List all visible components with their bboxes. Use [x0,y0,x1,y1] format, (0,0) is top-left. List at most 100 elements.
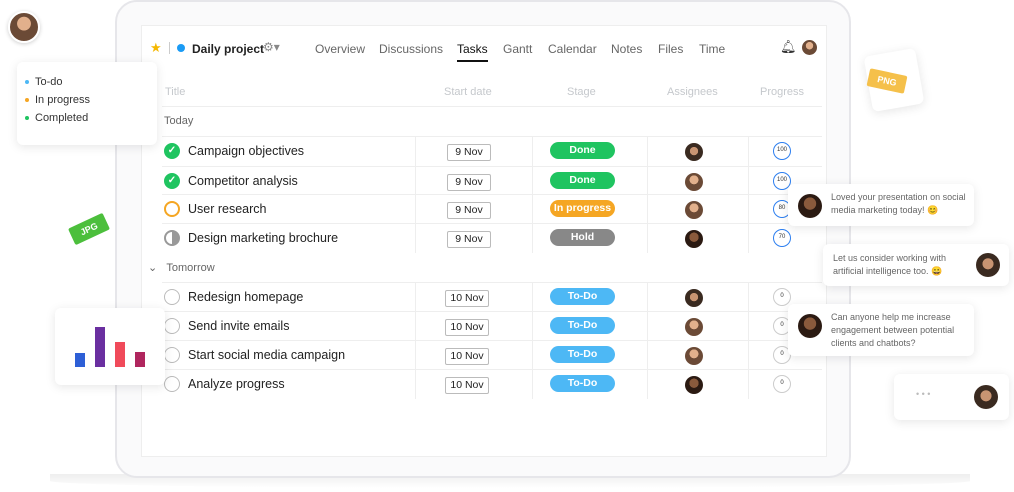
project-title[interactable]: Daily project [192,42,264,56]
divider [748,312,749,341]
table-row[interactable]: Analyze progress 10 Nov To-Do 0 [162,369,822,399]
start-date[interactable]: 9 Nov [447,144,491,161]
assignee-avatar[interactable] [685,347,703,365]
stage-badge[interactable]: To-Do [550,346,615,363]
divider [647,341,648,370]
divider [532,224,533,253]
table-row[interactable]: User research 9 Nov In progress 80 [162,194,822,224]
divider [532,167,533,196]
chat-text: Let us consider working with artificial … [833,253,947,276]
divider [415,195,416,224]
table-row[interactable]: ✓ Competitor analysis 9 Nov Done 100 [162,166,822,196]
tab-calendar[interactable]: Calendar [548,42,597,56]
group-header[interactable]: ⌄ Tomorrow [148,261,215,274]
assignee-avatar[interactable] [685,230,703,248]
table-row[interactable]: Design marketing brochure 9 Nov Hold 70 [162,223,822,253]
chart-bar [95,327,105,367]
column-progress: Progress [760,86,805,98]
start-date[interactable]: 9 Nov [447,174,491,191]
assignee-avatar[interactable] [685,376,703,394]
assignee-avatar[interactable] [685,318,703,336]
legend-item-todo: To-do [25,76,157,88]
chart-bar [115,342,125,367]
tab-tasks[interactable]: Tasks [457,42,488,62]
legend-card: To-do In progress Completed [17,62,157,145]
assignee-avatar[interactable] [685,289,703,307]
task-checkbox[interactable] [164,376,180,392]
task-checkbox[interactable] [164,230,180,246]
typing-indicator: • • • [894,374,1009,420]
stage-badge[interactable]: Done [550,142,615,159]
chat-avatar [974,385,998,409]
tab-notes[interactable]: Notes [611,42,642,56]
task-title[interactable]: Redesign homepage [188,290,303,304]
task-checkbox[interactable] [164,318,180,334]
start-date[interactable]: 10 Nov [445,348,489,365]
task-title[interactable]: User research [188,202,267,216]
divider [532,370,533,399]
table-row[interactable]: Redesign homepage 10 Nov To-Do 0 [162,282,822,312]
chat-avatar [798,194,822,218]
task-checkbox[interactable]: ✓ [164,143,180,159]
divider [532,195,533,224]
chat-text: Loved your presentation on social media … [831,192,966,215]
divider [647,195,648,224]
divider [532,283,533,312]
table-row[interactable]: ✓ Campaign objectives 9 Nov Done 100 [162,136,822,166]
table-row[interactable]: Send invite emails 10 Nov To-Do 0 [162,311,822,341]
group-header[interactable]: Today [164,115,193,127]
tab-overview[interactable]: Overview [315,42,365,56]
assignee-avatar[interactable] [685,201,703,219]
task-checkbox[interactable] [164,347,180,363]
stage-badge[interactable]: Hold [550,229,615,246]
divider [415,283,416,312]
legend-item-in-progress: In progress [25,94,157,106]
start-date[interactable]: 10 Nov [445,319,489,336]
tab-discussions[interactable]: Discussions [379,42,443,56]
chevron-down-icon[interactable]: ⌄ [148,262,157,274]
tab-time[interactable]: Time [699,42,725,56]
column-stage: Stage [567,86,596,98]
divider [748,137,749,166]
bell-icon[interactable]: 🔔︎ [780,39,797,55]
assignee-avatar[interactable] [685,173,703,191]
divider [748,341,749,370]
task-checkbox[interactable]: ✓ [164,173,180,189]
chat-text: Can anyone help me increase engagement b… [831,312,955,348]
jpg-file-tag: JPG [67,212,111,246]
legend-label: In progress [35,94,91,106]
stage-badge[interactable]: To-Do [550,375,615,392]
divider [748,195,749,224]
start-date[interactable]: 9 Nov [447,202,491,219]
start-date[interactable]: 9 Nov [447,231,491,248]
divider [647,370,648,399]
typing-dots: • • • [916,389,931,399]
assignee-avatar[interactable] [685,143,703,161]
user-avatar[interactable] [802,40,817,55]
start-date[interactable]: 10 Nov [445,377,489,394]
gear-icon[interactable]: ⚙▾ [263,40,280,54]
stage-badge[interactable]: To-Do [550,288,615,305]
task-checkbox[interactable] [164,289,180,305]
task-checkbox[interactable] [164,201,180,217]
stage-badge[interactable]: Done [550,172,615,189]
chat-message: Let us consider working with artificial … [823,244,1009,286]
stage-badge[interactable]: In progress [550,200,615,217]
table-row[interactable]: Start social media campaign 10 Nov To-Do… [162,340,822,370]
stage-badge[interactable]: To-Do [550,317,615,334]
task-title[interactable]: Campaign objectives [188,144,304,158]
task-title[interactable]: Competitor analysis [188,174,298,188]
divider [169,42,170,54]
task-title[interactable]: Design marketing brochure [188,231,338,245]
task-title[interactable]: Send invite emails [188,319,289,333]
task-title[interactable]: Start social media campaign [188,348,345,362]
chat-message: Loved your presentation on social media … [788,184,974,226]
star-icon[interactable]: ★ [150,40,162,56]
tab-gantt[interactable]: Gantt [503,42,532,56]
tab-files[interactable]: Files [658,42,683,56]
task-title[interactable]: Analyze progress [188,377,285,391]
chat-avatar [798,314,822,338]
start-date[interactable]: 10 Nov [445,290,489,307]
column-assignees: Assignees [667,86,718,98]
divider [647,312,648,341]
